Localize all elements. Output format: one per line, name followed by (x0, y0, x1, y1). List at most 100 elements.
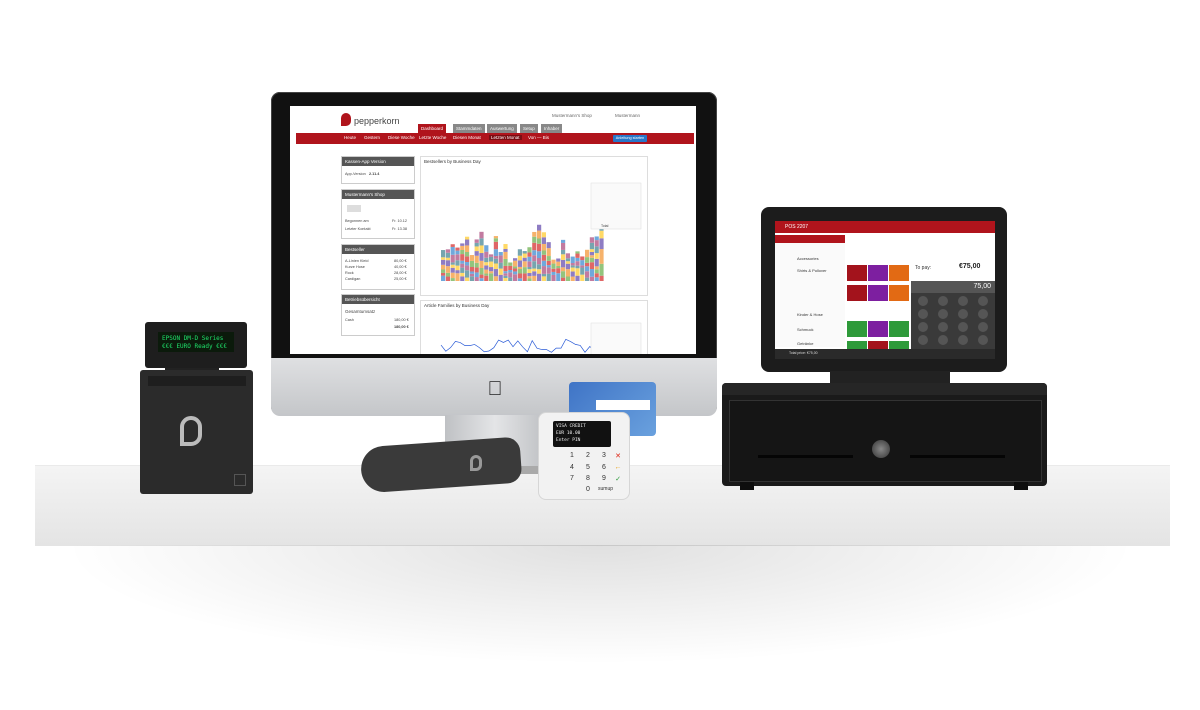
reader-key[interactable]: 6 (598, 464, 610, 471)
reader-key[interactable]: 5 (582, 464, 594, 471)
tab-stammdaten[interactable]: Stammdaten (453, 124, 485, 133)
user-menu-link[interactable]: Mustermann (615, 113, 640, 118)
chart-bar-segment (445, 272, 450, 277)
numpad-key[interactable] (938, 322, 948, 332)
reader-key[interactable]: 3 (598, 452, 610, 459)
category-item[interactable]: Getränke (797, 341, 813, 346)
chart-bar-segment (460, 272, 465, 277)
product-tile[interactable] (889, 265, 909, 281)
numpad-key[interactable] (938, 335, 948, 345)
chart-bar-segment (465, 256, 470, 263)
cancel-key-icon[interactable]: ✕ (612, 452, 624, 460)
chart-bar-segment (589, 251, 594, 256)
numpad-key[interactable] (978, 296, 988, 306)
numpad-key[interactable] (958, 296, 968, 306)
numpad-key[interactable] (958, 322, 968, 332)
chart-bar-segment (441, 269, 446, 273)
product-tile[interactable] (847, 265, 867, 281)
shelf-shadow (60, 545, 1140, 665)
app-version-panel: Kassen-App Version App-Version 2.11.4 (341, 156, 415, 184)
chart-bar-segment (585, 277, 590, 281)
subnav-letzten-monat[interactable]: Letzten Monat (489, 135, 522, 140)
reader-key[interactable]: 7 (566, 475, 578, 482)
numpad-key[interactable] (918, 309, 928, 319)
chart-bar-segment (465, 262, 470, 266)
subnav-letzte-woche[interactable]: Letzte Woche (419, 135, 446, 140)
chart-bar-segment (546, 260, 551, 266)
panel-title: Betriebsübersicht (342, 295, 414, 304)
numpad-key[interactable] (918, 335, 928, 345)
reader-key[interactable]: 8 (582, 475, 594, 482)
chart-bar-segment (575, 251, 580, 254)
overview-panel: Betriebsübersicht Gesamtumsatz Cash 180,… (341, 294, 415, 336)
chart-bar-segment (484, 275, 489, 281)
panel-title: Bestseller (342, 245, 414, 254)
product-tile[interactable] (868, 265, 888, 281)
chart-bar-segment (546, 248, 551, 257)
chart-bar-segment (537, 269, 542, 274)
display-line-1: EPSON DM-D Series (162, 335, 224, 342)
reader-brand: sumup (598, 486, 614, 492)
category-item[interactable]: Shirts & Pullover (797, 268, 827, 273)
subnav-gestern[interactable]: Gestern (364, 135, 380, 140)
reader-key[interactable]: 1 (566, 452, 578, 459)
category-item[interactable]: Schmuck (797, 327, 813, 332)
chart-bar-segment (541, 266, 546, 274)
tab-dashboard[interactable]: Dashboard (418, 124, 447, 133)
tab-inhaber[interactable]: Inhaber (541, 124, 563, 133)
chart-bar-segment (589, 255, 594, 258)
chart-bar-segment (474, 255, 479, 263)
category-selected[interactable] (775, 235, 845, 243)
panel-title: Kassen-App Version (342, 157, 414, 166)
reader-key[interactable]: 9 (598, 475, 610, 482)
back-key-icon[interactable]: ← (612, 464, 624, 471)
numpad-key[interactable] (938, 296, 948, 306)
bestseller-name: Cardigan (345, 277, 361, 281)
chart-bar-segment (532, 275, 537, 281)
chart-bar-segment (565, 276, 570, 281)
reader-key[interactable]: 2 (582, 452, 594, 459)
chart-bar-segment (575, 253, 580, 258)
chart-bar-segment (589, 249, 594, 252)
numpad-key[interactable] (938, 309, 948, 319)
chart-bar-segment (455, 250, 460, 255)
start-guide-button[interactable]: Anleitung starten (613, 135, 647, 142)
chart-bar-segment (561, 242, 566, 250)
numpad-key[interactable] (958, 335, 968, 345)
product-tile[interactable] (868, 285, 888, 301)
product-tile[interactable] (847, 285, 867, 301)
product-tile[interactable] (847, 321, 867, 337)
shop-menu-link[interactable]: Mustermann's Shop (552, 113, 592, 118)
confirm-key-icon[interactable]: ✓ (612, 475, 624, 483)
numpad-key[interactable] (958, 309, 968, 319)
subnav-heute[interactable]: Heute (344, 135, 356, 140)
bestseller-panel: Bestseller A-Linien Kleid 80,00 € Kurze … (341, 244, 415, 290)
chart-bar-segment (561, 259, 566, 268)
numpad-key[interactable] (978, 335, 988, 345)
product-tile[interactable] (889, 285, 909, 301)
chart-bar-segment (450, 278, 455, 281)
chart-bar-segment (460, 254, 465, 261)
subnav-diesen-monat[interactable]: Diesen Monat (453, 135, 481, 140)
product-tile[interactable] (868, 321, 888, 337)
cash-drawer-top (722, 383, 1047, 395)
chart-bar-segment (532, 271, 537, 276)
chart-bar-segment (580, 267, 585, 275)
numpad-key[interactable] (918, 322, 928, 332)
tab-setup[interactable]: Setup (520, 124, 538, 133)
lock-icon[interactable] (872, 440, 890, 458)
numpad-key[interactable] (918, 296, 928, 306)
reader-key[interactable]: 0 (582, 486, 594, 493)
subnav-diese-woche[interactable]: Diese Woche (388, 135, 415, 140)
power-button-icon[interactable] (234, 474, 246, 486)
numpad-key[interactable] (978, 309, 988, 319)
product-tile[interactable] (889, 321, 909, 337)
category-item[interactable]: Accessories (797, 256, 819, 261)
chart-bar-segment (474, 242, 479, 247)
numpad-key[interactable] (978, 322, 988, 332)
chart-bar-segment (522, 261, 527, 268)
subnav-von-bis[interactable]: Von — Bis (528, 135, 549, 140)
category-item[interactable]: Kinder & Hose (797, 312, 823, 317)
tab-auswertung[interactable]: Auswertung (487, 124, 517, 133)
reader-key[interactable]: 4 (566, 464, 578, 471)
